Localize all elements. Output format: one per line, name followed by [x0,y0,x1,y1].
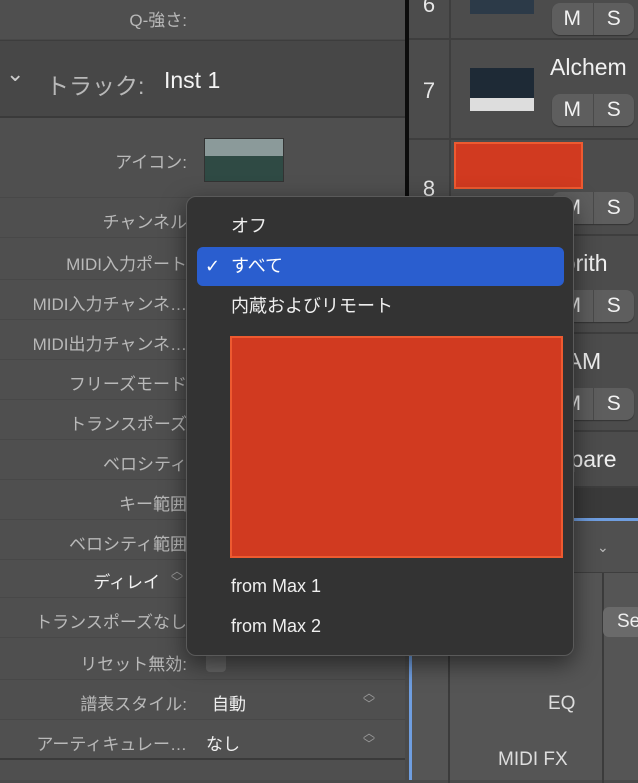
icon-row: アイコン: [0,138,405,198]
menu-item-label: 内蔵およびリモート [231,296,393,316]
checkmark-icon: ✓ [205,256,221,276]
menu-item-all[interactable]: ✓ すべて [197,247,564,286]
solo-button[interactable]: S [594,3,635,35]
updown-chevron-icon: ︿ ﹀ [362,686,375,711]
menu-item-from-max-1[interactable]: from Max 1 [197,567,564,606]
velocity-label: ベロシティ [103,455,187,474]
solo-button[interactable]: S [594,94,635,126]
no-transpose-label: トランスポーズなし [35,613,187,632]
mute-button[interactable]: M [552,94,594,126]
channel-label: チャンネル [102,213,188,232]
track-number: 6 [422,0,436,17]
mute-solo-buttons[interactable]: MS [552,94,634,126]
menu-item-label: すべて [231,256,284,276]
velocity-range-label: ベロシティ範囲 [69,535,187,554]
track-icon [470,68,534,111]
setting-button[interactable]: Se [603,607,638,637]
menu-item-label: オフ [231,216,267,236]
midi-in-channel-label: MIDI入力チャンネ… [32,295,187,314]
track-number: 7 [422,78,436,103]
menu-item-off[interactable]: オフ [197,207,564,246]
track-label: トラック: [46,73,145,99]
solo-button[interactable]: S [594,388,635,420]
midi-in-port-label: MIDI入力ポート [66,255,187,274]
solo-button[interactable]: S [594,290,635,322]
redacted-region [454,142,583,189]
delay-label: ディレイ [93,573,160,592]
q-strength-row: Q-強さ: [0,0,405,40]
articulation-value: なし [206,735,240,754]
menu-item-builtin-remote[interactable]: 内蔵およびリモート [197,287,564,326]
transpose-label: トランスポーズ [69,415,187,434]
updown-chevron-icon: ︿ ﹀ [362,726,375,751]
menu-item-from-max-2[interactable]: from Max 2 [197,607,564,646]
staff-style-value: 自動 [212,695,246,714]
mute-solo-buttons[interactable]: MS [552,3,634,35]
icon-label: アイコン: [115,153,187,172]
track-instrument-icon[interactable] [204,138,284,182]
articulation-label: アーティキュレー… [36,735,187,754]
no-reset-label: リセット無効: [80,655,187,674]
track-section-header[interactable]: ⌄ トラック: Inst 1 [0,40,405,118]
key-range-label: キー範囲 [119,495,187,514]
track-row[interactable]: 6 MS [409,0,638,40]
track-name: Alchem [550,54,627,80]
mute-button[interactable]: M [552,3,594,35]
redacted-region [230,336,563,558]
q-strength-label: Q-強さ: [129,11,187,30]
track-icon [470,0,534,14]
staff-style-select[interactable]: 譜表スタイル: 自動 ︿ ﹀ [0,680,405,720]
staff-style-label: 譜表スタイル: [80,695,187,714]
menu-item-label: from Max 1 [231,576,322,596]
track-row[interactable]: 7 Alchem MS [409,40,638,140]
chevron-down-icon[interactable]: ⌄ [597,539,609,556]
solo-button[interactable]: S [594,192,635,224]
midi-out-channel-label: MIDI出力チャンネ… [32,335,187,354]
track-name: Inst 1 [164,67,221,93]
articulation-select[interactable]: アーティキュレー… なし ︿ ﹀ [0,720,405,760]
eq-label: EQ [548,693,576,714]
chevron-down-icon[interactable]: ⌄ [6,61,24,87]
freeze-mode-label: フリーズモード [68,375,187,394]
midi-fx-label: MIDI FX [498,749,568,770]
menu-item-label: from Max 2 [231,616,322,636]
delay-stepper-icon[interactable]: ︿ ﹀ [170,565,184,588]
midi-input-port-menu[interactable]: オフ ✓ すべて 内蔵およびリモート from Max 1 from Max 2 [186,196,574,656]
